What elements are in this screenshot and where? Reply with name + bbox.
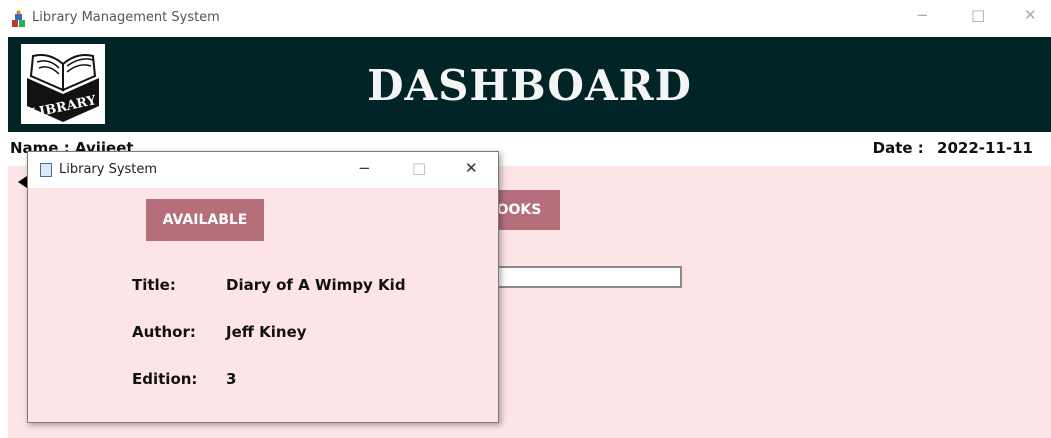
- title-value: Diary of A Wimpy Kid: [226, 276, 406, 294]
- close-button[interactable]: ✕: [1024, 6, 1037, 24]
- dialog-minimize-button[interactable]: −: [358, 159, 371, 177]
- date-display: Date : 2022-11-11: [873, 139, 1033, 157]
- dialog-close-button[interactable]: ✕: [465, 159, 478, 177]
- available-button[interactable]: AVAILABLE: [146, 199, 264, 241]
- edition-label: Edition:: [132, 370, 198, 388]
- dialog-title: Library System: [59, 162, 158, 177]
- title-label: Title:: [132, 276, 176, 294]
- date-value: 2022-11-11: [937, 139, 1033, 157]
- author-label: Author:: [132, 323, 196, 341]
- dashboard-header: LIBRARY DASHBOARD: [8, 37, 1051, 132]
- back-arrow-icon[interactable]: [18, 176, 27, 188]
- main-titlebar: Library Management System − □ ✕: [0, 0, 1051, 37]
- maximize-button[interactable]: □: [971, 6, 985, 24]
- date-label: Date :: [872, 139, 924, 157]
- book-details-dialog: Library System − □ ✕ AVAILABLE Title: Di…: [27, 151, 499, 423]
- edition-value: 3: [226, 370, 237, 388]
- dialog-titlebar: Library System − □ ✕: [28, 152, 498, 188]
- dialog-maximize-button[interactable]: □: [412, 159, 426, 177]
- minimize-button[interactable]: −: [916, 6, 929, 24]
- window-title: Library Management System: [32, 10, 220, 25]
- author-value: Jeff Kiney: [226, 323, 307, 341]
- search-input[interactable]: [478, 266, 682, 288]
- app-icon: [12, 10, 25, 27]
- page-title: DASHBOARD: [367, 61, 692, 110]
- dialog-app-icon: [40, 163, 52, 177]
